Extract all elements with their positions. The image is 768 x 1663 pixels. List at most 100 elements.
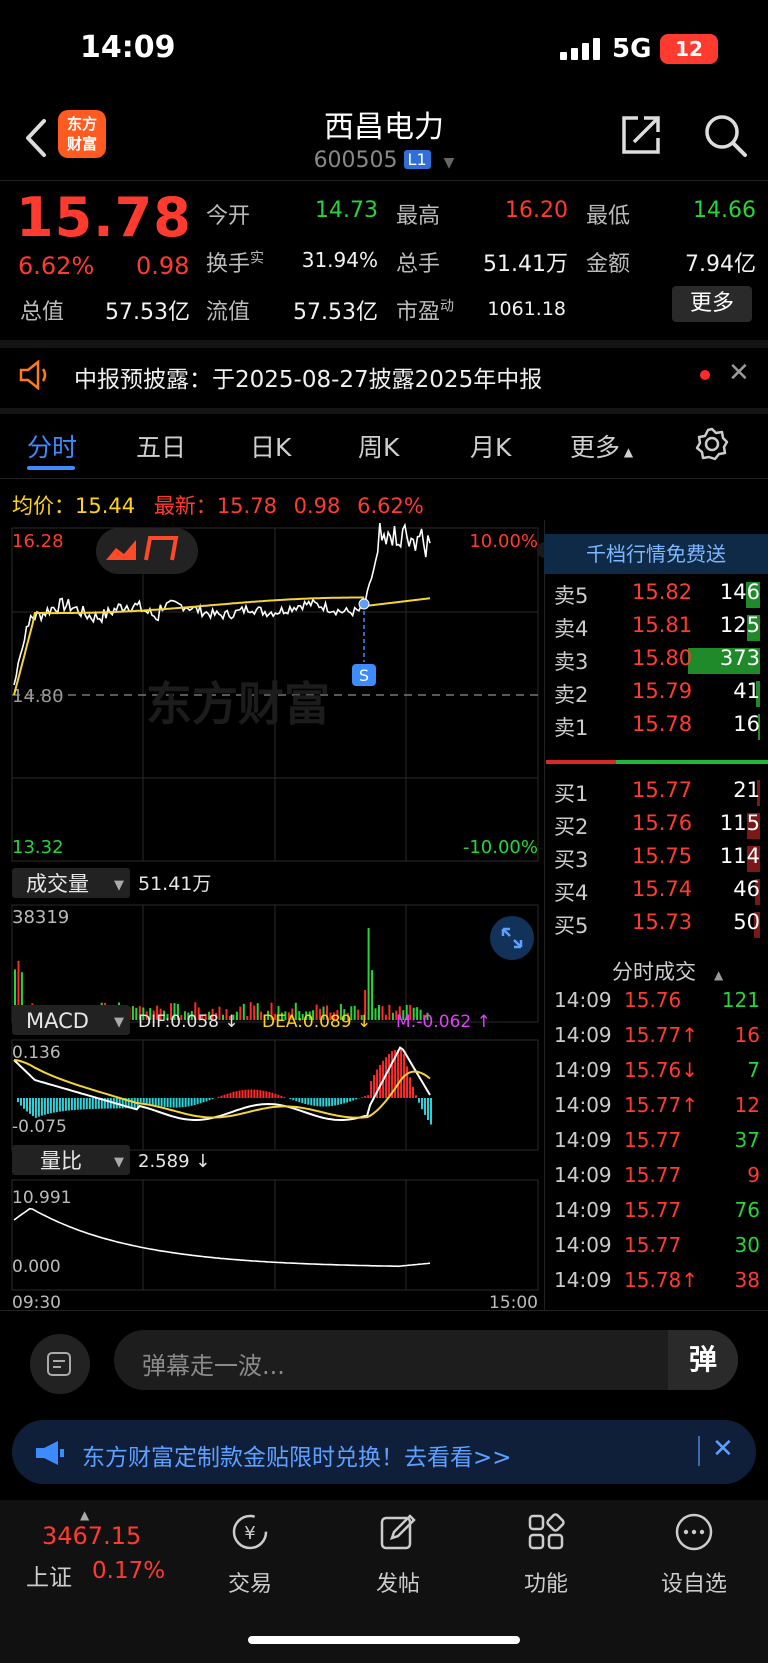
macd-bar	[109, 1098, 112, 1109]
ask-row[interactable]: 卖4 15.81 125	[554, 613, 760, 643]
level-label: 卖2	[554, 683, 589, 707]
promo-text[interactable]: 东方财富定制款金贴限时兑换！去看看>>	[82, 1438, 512, 1472]
intraday-chart[interactable]: 东方财富 16.28 14.80 13.32 10.00% -10.00% S …	[0, 520, 546, 1310]
turnover-value: 31.94%	[301, 248, 378, 272]
close-icon[interactable]: ✕	[712, 1434, 734, 1464]
level-label: 买2	[554, 815, 589, 839]
close-icon[interactable]: ✕	[728, 358, 750, 388]
nav-trade[interactable]: ¥ 交易	[190, 1512, 310, 1598]
ask-row[interactable]: 卖1 15.78 16	[554, 712, 760, 742]
last-price: 15.78	[16, 186, 192, 249]
comment-list-button[interactable]	[30, 1334, 90, 1394]
macd-bar	[268, 1092, 271, 1098]
level-volume: 373	[719, 646, 760, 670]
index-name[interactable]: 上证	[26, 1558, 72, 1592]
macd-bar	[29, 1098, 31, 1114]
macd-bar	[313, 1098, 316, 1106]
macd-bar	[412, 1086, 414, 1098]
level-volume: 125	[719, 613, 760, 637]
macd-bar	[244, 1089, 247, 1098]
nav-add-watchlist[interactable]: 设自选	[634, 1512, 754, 1598]
macd-bar	[178, 1098, 181, 1108]
bid-row[interactable]: 买4 15.74 46	[554, 877, 760, 907]
gear-icon[interactable]	[694, 426, 730, 462]
tab-monthly-k[interactable]: 月K	[470, 428, 511, 464]
more-icon	[675, 1513, 713, 1551]
macd-bar	[148, 1098, 151, 1104]
macd-bar	[229, 1092, 232, 1098]
more-button[interactable]: 更多	[672, 286, 752, 322]
level-label: 买5	[554, 914, 589, 938]
bid-row[interactable]: 买3 15.75 114	[554, 844, 760, 874]
expand-button[interactable]	[490, 916, 534, 960]
bid-row[interactable]: 买5 15.73 50	[554, 910, 760, 940]
ticks-title[interactable]: 分时成交 ▲	[612, 956, 723, 986]
level-label: 买3	[554, 848, 589, 872]
nav-features[interactable]: 功能	[486, 1512, 606, 1598]
bid-row[interactable]: 买2 15.76 115	[554, 811, 760, 841]
volume-ratio-line	[13, 1207, 431, 1268]
macd-bar	[292, 1098, 295, 1101]
macd-bar	[37, 1098, 40, 1117]
ratio-top: 10.991	[12, 1188, 71, 1208]
pct-axis-bottom: -10.00%	[463, 837, 538, 858]
macd-bar	[388, 1054, 391, 1098]
nav-trade-label: 交易	[227, 1572, 272, 1597]
level-price: 15.75	[632, 844, 693, 868]
macd-bar	[280, 1095, 283, 1098]
macd-bar	[58, 1098, 61, 1112]
macd-bar	[235, 1091, 238, 1098]
index-change[interactable]: 0.17%	[92, 1558, 165, 1584]
ratio-label: 量比	[40, 1149, 82, 1173]
trend-badge[interactable]	[96, 528, 198, 574]
macd-bar	[346, 1098, 349, 1103]
network-label: 5G	[612, 34, 652, 64]
macd-bar	[316, 1098, 319, 1107]
notice-text[interactable]: 中报预披露：于2025-08-27披露2025年中报	[74, 360, 542, 394]
level2-promo-banner[interactable]: 千档行情免费送	[544, 534, 768, 574]
macd-bar	[202, 1098, 205, 1103]
macd-bar	[49, 1098, 52, 1114]
tab-daily-k[interactable]: 日K	[250, 428, 291, 464]
level-label: 卖4	[554, 617, 589, 641]
share-icon[interactable]	[618, 112, 664, 158]
ask-row[interactable]: 卖5 15.82 146	[554, 580, 760, 610]
macd-bar	[349, 1098, 352, 1102]
level-volume: 16	[733, 712, 760, 736]
tab-fenshi[interactable]: 分时	[27, 428, 77, 464]
macd-bar	[334, 1098, 337, 1106]
macd-bar	[328, 1098, 331, 1107]
bid-ask-ratio-bar	[546, 760, 768, 764]
time-end: 15:00	[489, 1293, 538, 1310]
danmu-send-button[interactable]: 弹	[668, 1330, 738, 1390]
macd-bar	[193, 1098, 196, 1106]
search-icon[interactable]	[702, 112, 748, 158]
macd-bar	[232, 1091, 235, 1098]
macd-bar	[331, 1098, 334, 1106]
bid-row[interactable]: 买1 15.77 21	[554, 778, 760, 808]
macd-bar	[70, 1098, 73, 1111]
nav-post[interactable]: 发帖	[338, 1512, 458, 1598]
s-marker: S	[359, 666, 369, 685]
svg-text:▼: ▼	[114, 1155, 124, 1170]
tab-weekly-k[interactable]: 周K	[358, 428, 399, 464]
ask-row[interactable]: 卖3 15.80 373	[554, 646, 760, 676]
macd-bar	[217, 1096, 220, 1098]
status-time: 14:09	[80, 30, 176, 65]
high-label: 最高	[396, 204, 441, 229]
tab-5day[interactable]: 五日	[136, 428, 186, 464]
macd-bar	[76, 1098, 79, 1110]
macd-label: MACD	[26, 1009, 89, 1033]
float-cap-value: 57.53亿	[293, 300, 378, 325]
macd-bar	[67, 1098, 70, 1111]
time-start: 09:30	[12, 1293, 61, 1310]
tick-volume: 12	[734, 1093, 760, 1117]
yen-icon: ¥	[232, 1514, 268, 1550]
ask-row[interactable]: 卖2 15.79 41	[554, 679, 760, 709]
tick-time: 14:09	[554, 1198, 612, 1222]
macd-bar	[250, 1089, 253, 1098]
index-value[interactable]: 3467.15	[42, 1522, 141, 1550]
macd-bar	[259, 1090, 262, 1098]
macd-bar	[205, 1098, 208, 1102]
tab-more[interactable]: 更多 ▲	[570, 428, 633, 464]
